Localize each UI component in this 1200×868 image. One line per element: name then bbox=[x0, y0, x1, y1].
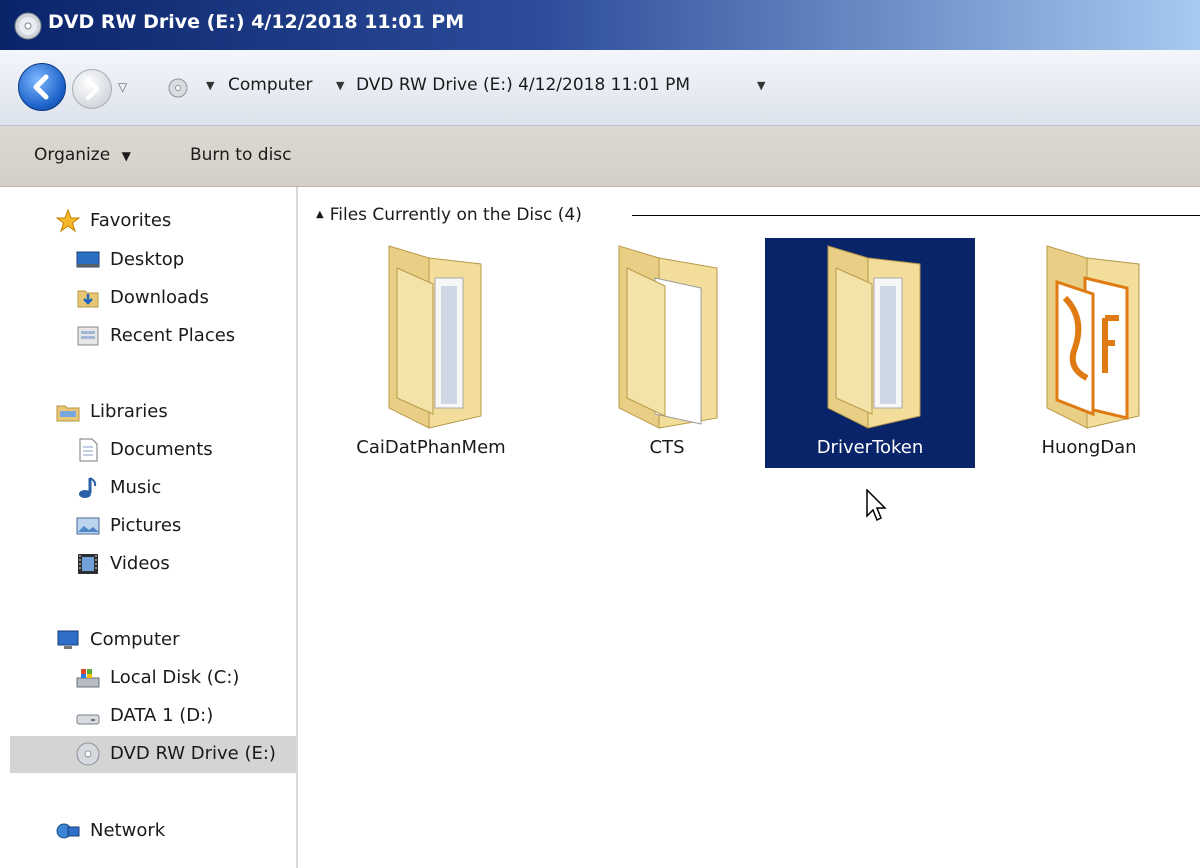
folder-pdf-icon bbox=[1046, 245, 1140, 429]
arrow-left-icon bbox=[33, 74, 49, 100]
breadcrumb-computer[interactable]: Computer bbox=[228, 75, 313, 95]
nav-label: Downloads bbox=[110, 287, 209, 308]
dvd-drive-icon bbox=[14, 12, 42, 40]
network-icon bbox=[56, 823, 80, 839]
nav-label: Local Disk (C:) bbox=[110, 667, 240, 688]
group-header-label: Files Currently on the Disc (4) bbox=[329, 205, 582, 225]
chevron-down-icon: ▼ bbox=[121, 149, 131, 163]
title-bar[interactable]: DVD RW Drive (E:) 4/12/2018 11:01 PM bbox=[0, 0, 1200, 50]
breadcrumb-separator-icon[interactable]: ▼ bbox=[206, 79, 214, 92]
folder-documents-icon bbox=[388, 245, 482, 429]
documents-icon bbox=[79, 438, 98, 462]
folder-blank-icon bbox=[618, 245, 718, 429]
window-title: DVD RW Drive (E:) 4/12/2018 11:01 PM bbox=[48, 11, 465, 33]
nav-label: Pictures bbox=[110, 515, 182, 536]
burn-to-disc-button[interactable]: Burn to disc bbox=[190, 145, 292, 165]
nav-label: Computer bbox=[90, 629, 180, 650]
videos-icon bbox=[78, 554, 98, 574]
nav-label: DVD RW Drive (E:) bbox=[110, 743, 276, 764]
nav-label: Network bbox=[90, 820, 166, 841]
forward-button[interactable] bbox=[72, 69, 112, 109]
file-item-caidatphanmem[interactable]: CaiDatPhanMem bbox=[326, 238, 536, 468]
libraries-icon bbox=[56, 405, 80, 422]
computer-icon bbox=[57, 630, 79, 649]
command-bar bbox=[0, 126, 1200, 187]
folder-documents-icon bbox=[827, 245, 921, 429]
file-name: CaiDatPhanMem bbox=[356, 437, 506, 458]
nav-label: Libraries bbox=[90, 401, 168, 422]
file-item-huongdan[interactable]: HuongDan bbox=[984, 238, 1194, 468]
mouse-cursor-icon bbox=[866, 489, 887, 522]
desktop-icon bbox=[76, 251, 100, 268]
file-name: DriverToken bbox=[816, 437, 924, 458]
breadcrumb-dropdown-icon[interactable]: ▼ bbox=[757, 79, 765, 92]
star-icon bbox=[56, 209, 80, 233]
music-note-icon bbox=[79, 477, 97, 498]
file-name: CTS bbox=[649, 437, 685, 458]
nav-label: Recent Places bbox=[110, 325, 236, 346]
nav-label: Documents bbox=[110, 439, 213, 460]
downloads-folder-icon bbox=[77, 290, 99, 308]
file-item-cts[interactable]: CTS bbox=[562, 238, 772, 468]
group-divider bbox=[632, 215, 1200, 216]
arrow-right-icon bbox=[86, 78, 99, 100]
dvd-drive-icon bbox=[76, 742, 100, 766]
pictures-icon bbox=[76, 517, 100, 535]
organize-button[interactable]: Organize ▼ bbox=[34, 145, 131, 165]
hard-drive-icon bbox=[76, 714, 100, 725]
recent-pages-dropdown[interactable]: ▽ bbox=[118, 80, 127, 94]
file-item-drivertoken[interactable]: DriverToken bbox=[765, 238, 975, 468]
collapse-triangle-icon[interactable]: ▲ bbox=[316, 209, 324, 220]
recent-places-icon bbox=[77, 326, 99, 346]
nav-label: Desktop bbox=[110, 249, 185, 270]
organize-label: Organize bbox=[34, 145, 111, 165]
dvd-drive-icon bbox=[168, 78, 188, 98]
group-header[interactable]: ▲ Files Currently on the Disc (4) bbox=[316, 205, 582, 225]
nav-label: DATA 1 (D:) bbox=[110, 705, 214, 726]
nav-label: Videos bbox=[110, 553, 170, 574]
file-name: HuongDan bbox=[1041, 437, 1137, 458]
breadcrumb-dvd-drive[interactable]: DVD RW Drive (E:) 4/12/2018 11:01 PM bbox=[356, 75, 690, 95]
back-button[interactable] bbox=[18, 63, 66, 111]
local-disk-icon bbox=[76, 669, 100, 688]
nav-label: Music bbox=[110, 477, 162, 498]
nav-label: Favorites bbox=[90, 210, 172, 231]
breadcrumb-separator-icon[interactable]: ▼ bbox=[336, 79, 344, 92]
